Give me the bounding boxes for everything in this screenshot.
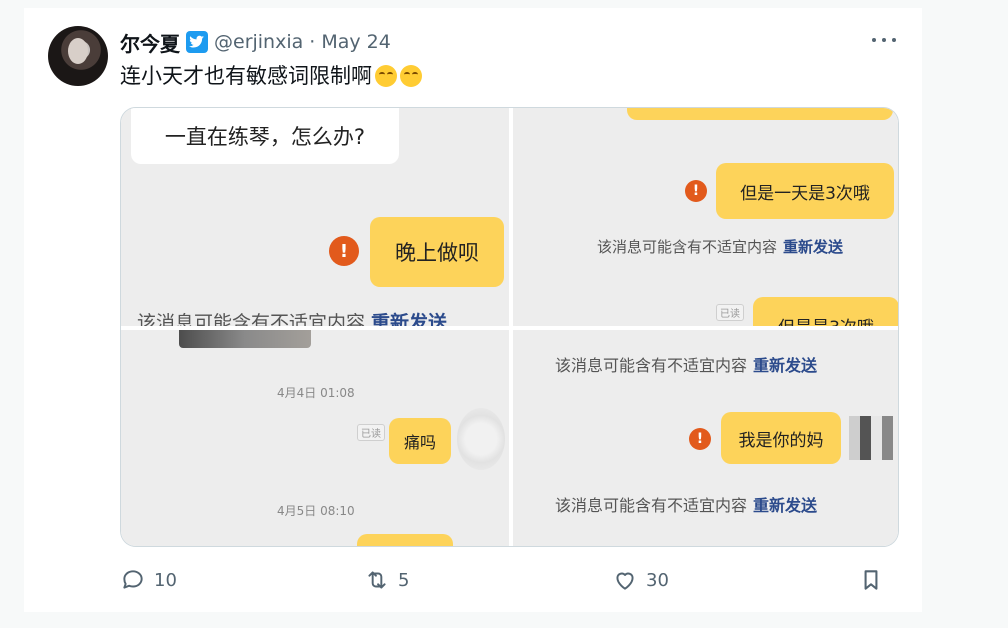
read-badge: 已读 <box>716 304 744 321</box>
retweet-button[interactable]: 5 <box>364 564 409 596</box>
page-background-bottom <box>24 612 922 628</box>
retweet-count: 5 <box>398 569 410 591</box>
tweet-text: 连小天才也有敏感词限制啊 <box>120 60 422 90</box>
resend-link: 重新发送 <box>783 238 844 256</box>
blocked-notice-text: 该消息可能含有不适宜内容 <box>555 356 748 375</box>
author-handle[interactable]: @erjinxia <box>214 31 303 53</box>
tweet-date[interactable]: May 24 <box>321 31 391 53</box>
speech-bubble-icon <box>123 570 143 589</box>
resend-link: 重新发送 <box>753 356 818 375</box>
warning-icon: ! <box>689 428 711 450</box>
heart-icon <box>616 572 634 590</box>
bird-icon <box>186 31 208 53</box>
screenshot-panel-2: ! 但是一天是3次哦 该消息可能含有不适宜内容重新发送 已读 但是是3次哦 <box>513 108 898 326</box>
tweet-header: 尔今夏 @erjinxia · May 24 <box>120 28 391 56</box>
outgoing-message-text: 但是一天是3次哦 <box>740 183 870 204</box>
retweet-arrows-icon <box>368 571 386 589</box>
partial-message-bubble <box>627 108 893 120</box>
screenshot-panel-4: 该消息可能含有不适宜内容 重新发送 ! 我是你的妈 该消息可能含有不适宜内容 重新发… <box>513 330 898 546</box>
blocked-notice-text: 该消息可能含有不适宜内容 <box>137 312 366 326</box>
more-dot <box>872 38 876 42</box>
blurred-media-thumbnail <box>179 330 311 348</box>
blurred-avatar <box>457 408 505 470</box>
blocked-notice-text: 该消息可能含有不适宜内容 <box>597 238 778 256</box>
outgoing-message-text-partial: 但是是3次哦 <box>778 313 874 326</box>
outgoing-message-bubble: 痛吗 <box>389 418 451 464</box>
outgoing-message-bubble: 但是一天是3次哦 <box>716 163 894 219</box>
outgoing-message-text: 我是你的妈 <box>738 430 824 451</box>
separator-dot: · <box>309 31 316 53</box>
warning-mark: ! <box>692 183 700 199</box>
incoming-message-bubble: 一直在练琴，怎么办? <box>131 108 399 164</box>
warning-icon: ! <box>685 180 707 202</box>
warning-icon: ! <box>329 236 359 266</box>
pixelated-avatar <box>849 416 893 460</box>
more-options-icon[interactable] <box>872 30 896 50</box>
page-background-left <box>0 0 24 628</box>
bookmark-icon <box>864 570 878 590</box>
laughing-crying-emoji-icon <box>400 65 422 87</box>
blocked-notice-text: 该消息可能含有不适宜内容 <box>555 496 748 515</box>
bookmark-button[interactable] <box>858 564 884 596</box>
warning-mark: ! <box>339 240 349 262</box>
read-badge: 已读 <box>357 424 385 441</box>
avatar-face <box>68 38 88 64</box>
blocked-notice: 该消息可能含有不适宜内容 重新发送 <box>137 308 447 326</box>
screenshot-panel-3: 4月4日 01:08 已读 痛吗 4月5日 08:10 <box>121 330 509 546</box>
laughing-crying-emoji-icon <box>375 65 397 87</box>
like-count: 30 <box>646 569 669 591</box>
tweet-text-content: 连小天才也有敏感词限制啊 <box>120 64 372 88</box>
outgoing-message-text: 晚上做呗 <box>395 241 479 265</box>
like-button[interactable]: 30 <box>612 564 669 596</box>
page-background-top <box>24 0 922 8</box>
incoming-message-text: 一直在练琴，怎么办? <box>164 125 366 149</box>
blocked-notice: 该消息可能含有不适宜内容 重新发送 <box>555 492 817 516</box>
tweet-image[interactable]: 一直在练琴，怎么办? ! 晚上做呗 该消息可能含有不适宜内容 重新发送 ! 但是一… <box>120 107 899 547</box>
blocked-notice: 该消息可能含有不适宜内容 重新发送 <box>555 352 817 376</box>
message-timestamp: 4月4日 01:08 <box>277 386 355 400</box>
more-dot <box>892 38 896 42</box>
resend-link: 重新发送 <box>753 496 818 515</box>
page-background-right <box>922 0 1008 628</box>
author-name[interactable]: 尔今夏 <box>120 28 180 57</box>
warning-mark: ! <box>696 431 704 447</box>
screenshot-panel-1: 一直在练琴，怎么办? ! 晚上做呗 该消息可能含有不适宜内容 重新发送 <box>121 108 509 326</box>
resend-link: 重新发送 <box>371 312 448 326</box>
tweet-actions: 10 5 30 <box>120 564 900 596</box>
more-dot <box>882 38 886 42</box>
blocked-notice: 该消息可能含有不适宜内容 重新发送 <box>597 236 843 257</box>
reply-button[interactable]: 10 <box>120 564 177 596</box>
reply-count: 10 <box>154 569 177 591</box>
message-timestamp: 4月5日 08:10 <box>277 504 355 518</box>
outgoing-message-text: 痛吗 <box>403 433 436 452</box>
outgoing-message-bubble-partial <box>357 534 453 546</box>
author-avatar[interactable] <box>48 26 108 86</box>
outgoing-message-bubble: 我是你的妈 <box>721 412 841 464</box>
outgoing-message-bubble: 晚上做呗 <box>370 217 504 287</box>
outgoing-message-bubble-partial: 但是是3次哦 <box>753 297 898 326</box>
